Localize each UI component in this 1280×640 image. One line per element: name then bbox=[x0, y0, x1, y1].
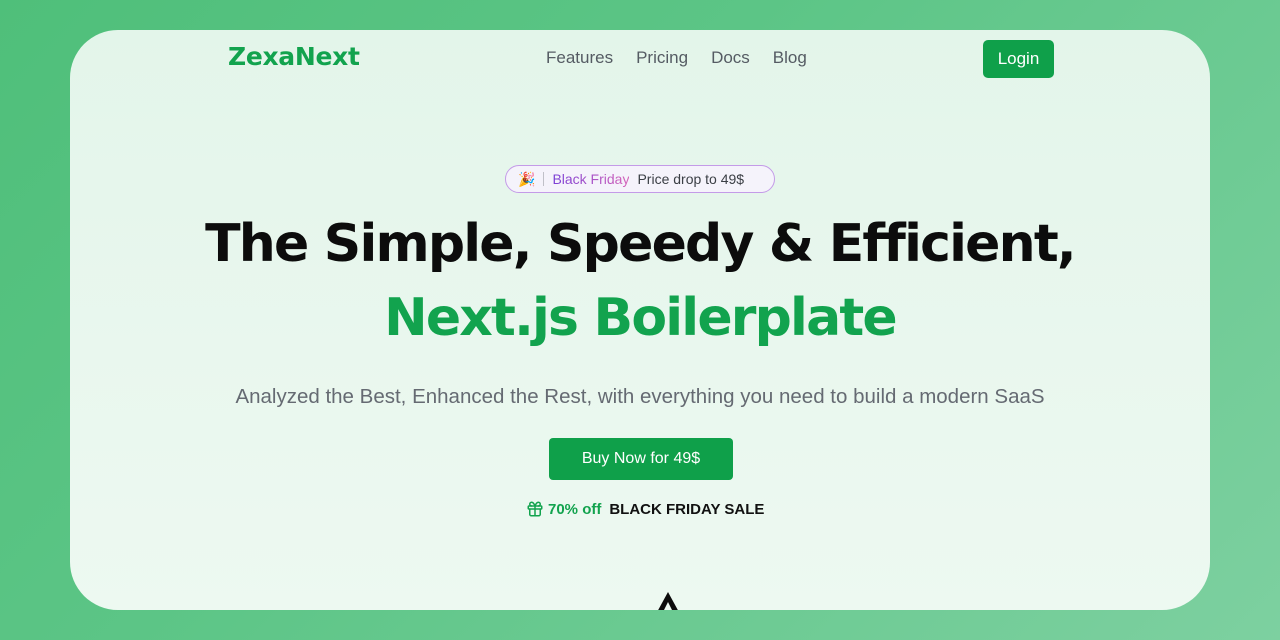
nav-docs[interactable]: Docs bbox=[711, 48, 750, 68]
main-nav: Features Pricing Docs Blog bbox=[546, 48, 807, 68]
badge-highlight: Black Friday bbox=[552, 171, 630, 187]
promo-badge[interactable]: 🎉 Black Friday Price drop to 49$ bbox=[505, 165, 775, 193]
logo[interactable]: ZexaNext bbox=[228, 42, 360, 71]
nav-pricing[interactable]: Pricing bbox=[636, 48, 688, 68]
hero-subtitle: Analyzed the Best, Enhanced the Rest, wi… bbox=[235, 385, 1045, 408]
login-button[interactable]: Login bbox=[983, 40, 1054, 78]
hero-title-line2: Next.js Boilerplate bbox=[384, 288, 898, 348]
hero-title-line1: The Simple, Speedy & Efficient, bbox=[205, 214, 1077, 274]
hero-card: ZexaNext Features Pricing Docs Blog Logi… bbox=[70, 30, 1210, 610]
gift-icon bbox=[527, 501, 543, 517]
badge-text: Price drop to 49$ bbox=[637, 171, 745, 187]
nav-features[interactable]: Features bbox=[546, 48, 613, 68]
sale-discount: 70% off bbox=[548, 500, 602, 518]
logo-mark-icon bbox=[658, 592, 678, 610]
badge-divider bbox=[543, 172, 545, 186]
sale-label: BLACK FRIDAY SALE bbox=[609, 500, 765, 518]
buy-now-button[interactable]: Buy Now for 49$ bbox=[549, 438, 733, 480]
sale-banner: 70% off BLACK FRIDAY SALE bbox=[526, 500, 764, 518]
nav-blog[interactable]: Blog bbox=[773, 48, 807, 68]
party-popper-icon: 🎉 bbox=[518, 170, 536, 187]
